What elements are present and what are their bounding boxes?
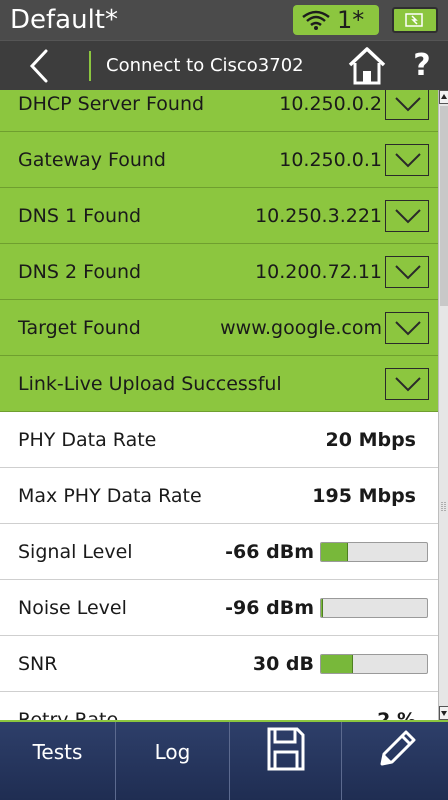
page-title: Connect to Cisco3702 (106, 55, 304, 76)
scroll-up-icon[interactable] (439, 90, 448, 104)
save-button[interactable] (230, 722, 342, 800)
expand-button[interactable] (385, 200, 429, 232)
row-value: 10.250.3.221 (255, 205, 382, 227)
battery-charging-icon (392, 7, 438, 33)
header-divider (89, 51, 91, 81)
list-item-target[interactable]: Target Found www.google.com (0, 300, 438, 356)
metric-value: -66 dBm (225, 541, 314, 563)
expand-button[interactable] (385, 368, 429, 400)
status-bar: Default* 1* (0, 0, 448, 40)
tab-log-label: Log (154, 740, 191, 764)
expand-button[interactable] (385, 256, 429, 288)
wifi-connection-count: 1* (337, 6, 365, 34)
chevron-down-icon (395, 265, 421, 280)
metric-label: Max PHY Data Rate (18, 485, 202, 507)
tab-tests-label: Tests (32, 740, 83, 764)
chevron-down-icon (395, 321, 421, 336)
metric-snr: SNR 30 dB (0, 636, 438, 692)
back-button[interactable] (18, 41, 68, 91)
chevron-down-icon (395, 153, 421, 168)
metric-value: 30 dB (252, 653, 314, 675)
help-button[interactable]: ? (406, 41, 438, 91)
metric-label: Noise Level (18, 597, 127, 619)
signal-level-bar (320, 542, 428, 562)
row-label: DNS 2 Found (18, 261, 142, 283)
metric-noise-level: Noise Level -96 dBm (0, 580, 438, 636)
edit-button[interactable] (342, 722, 448, 800)
tab-tests[interactable]: Tests (0, 722, 116, 800)
pencil-icon (380, 730, 416, 766)
row-value: 10.250.0.1 (279, 149, 382, 171)
metric-retry-rate: Retry Rate 2 % (0, 692, 438, 720)
row-value: 10.250.0.2 (279, 93, 382, 115)
level-fill (321, 599, 324, 617)
save-icon (267, 727, 305, 771)
row-label: DHCP Server Found (18, 93, 205, 115)
metric-value: 195 Mbps (312, 485, 416, 507)
row-value: www.google.com (220, 317, 382, 339)
metric-label: Retry Rate (18, 709, 119, 720)
metric-signal-level: Signal Level -66 dBm (0, 524, 438, 580)
noise-level-bar (320, 598, 428, 618)
metric-label: PHY Data Rate (18, 429, 157, 451)
expand-button[interactable] (385, 90, 429, 120)
metric-value: -96 dBm (225, 597, 314, 619)
wifi-status-badge[interactable]: 1* (293, 5, 379, 35)
level-fill (321, 543, 348, 561)
metric-value: 2 % (377, 709, 416, 720)
list-item-dns-2[interactable]: DNS 2 Found 10.200.72.11 (0, 244, 438, 300)
home-button[interactable] (344, 43, 390, 89)
scrollbar[interactable] (438, 90, 448, 720)
row-value: 10.200.72.11 (255, 261, 382, 283)
scroll-thumb[interactable] (440, 106, 448, 306)
connection-results-list: DHCP Server Found 10.250.0.2 Gateway Fou… (0, 90, 438, 720)
bottom-toolbar: Tests Log (0, 720, 448, 800)
expand-button[interactable] (385, 144, 429, 176)
metric-value: 20 Mbps (325, 429, 416, 451)
list-item-dns-1[interactable]: DNS 1 Found 10.250.3.221 (0, 188, 438, 244)
metric-phy-data-rate: PHY Data Rate 20 Mbps (0, 412, 438, 468)
chevron-left-icon (29, 49, 48, 83)
metric-max-phy-data-rate: Max PHY Data Rate 195 Mbps (0, 468, 438, 524)
chevron-down-icon (395, 209, 421, 224)
wifi-icon (302, 10, 330, 30)
scroll-grip-icon (441, 502, 446, 512)
list-item-link-live-upload[interactable]: Link-Live Upload Successful (0, 356, 438, 412)
app-header: Connect to Cisco3702 ? (0, 40, 448, 90)
level-fill (321, 655, 353, 673)
snr-level-bar (320, 654, 428, 674)
chevron-down-icon (395, 97, 421, 112)
row-label: Gateway Found (18, 149, 166, 171)
metric-label: Signal Level (18, 541, 133, 563)
row-label: DNS 1 Found (18, 205, 142, 227)
list-item-dhcp-server[interactable]: DHCP Server Found 10.250.0.2 (0, 90, 438, 132)
row-label: Target Found (18, 317, 141, 339)
profile-name[interactable]: Default* (10, 4, 118, 36)
chevron-down-icon (395, 377, 421, 392)
home-icon (348, 47, 386, 85)
expand-button[interactable] (385, 312, 429, 344)
list-item-gateway[interactable]: Gateway Found 10.250.0.1 (0, 132, 438, 188)
metric-label: SNR (18, 653, 58, 675)
scroll-down-icon[interactable] (439, 706, 448, 720)
row-label: Link-Live Upload Successful (18, 373, 282, 395)
tab-log[interactable]: Log (116, 722, 230, 800)
